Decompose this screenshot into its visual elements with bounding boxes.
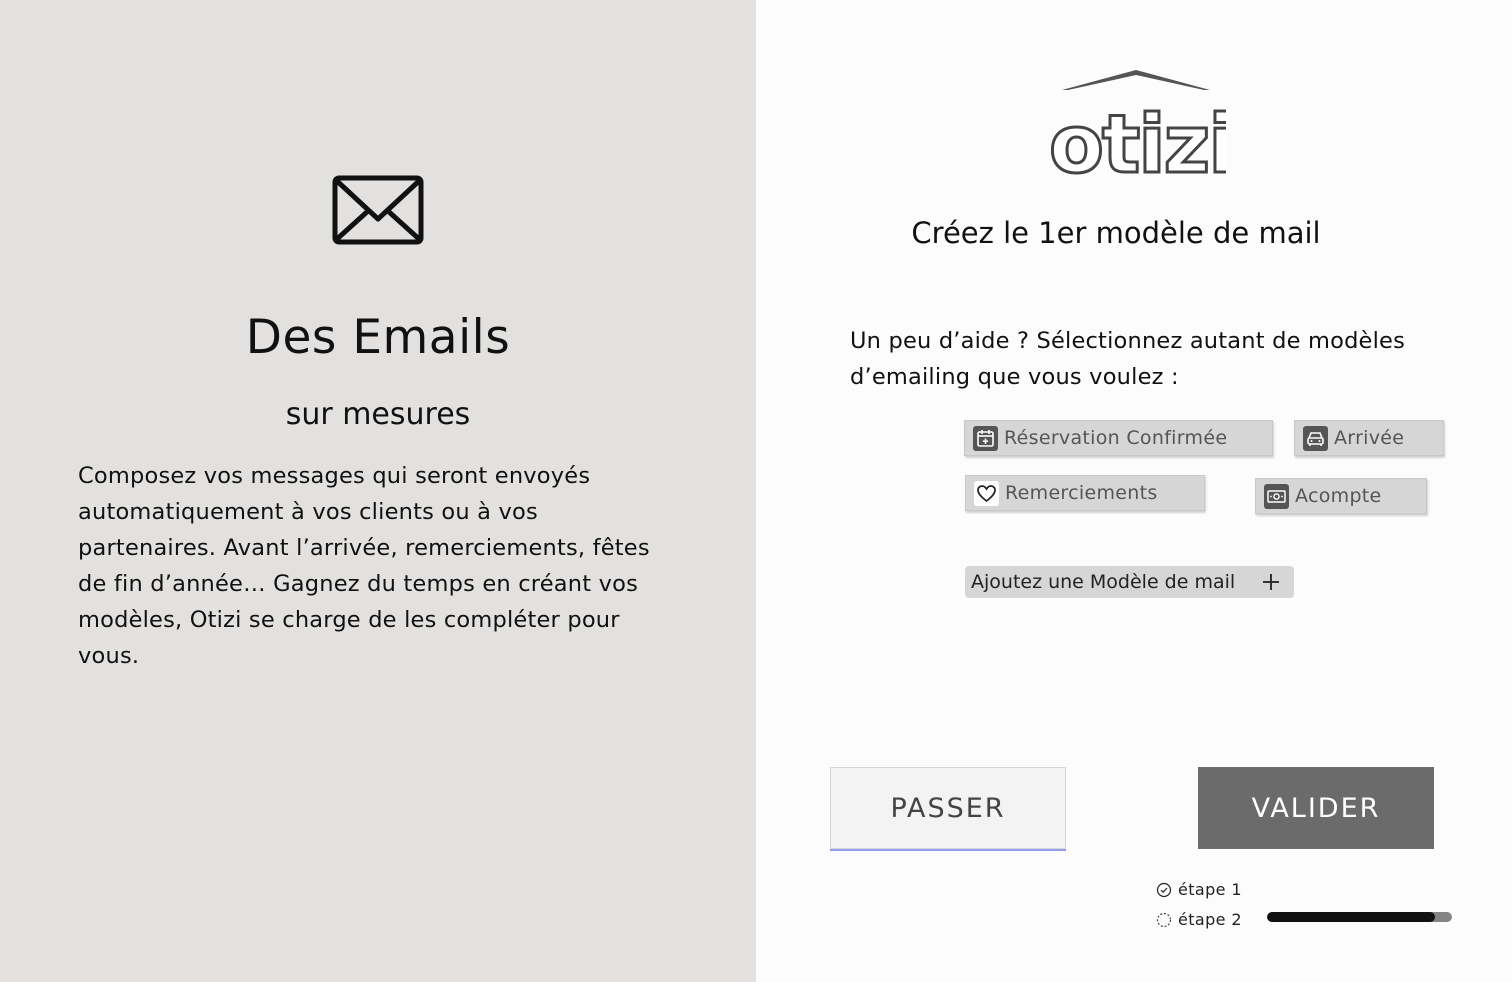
template-chip-arrivee[interactable]: Arrivée xyxy=(1294,420,1444,456)
otizi-logo: otizi xyxy=(1048,70,1226,180)
plus-icon xyxy=(1263,574,1279,590)
banknote-icon xyxy=(1264,483,1289,509)
check-circle-icon xyxy=(1156,882,1172,897)
template-chip-reservation[interactable]: Réservation Confirmée xyxy=(964,420,1273,456)
loading-circle-icon xyxy=(1156,912,1172,927)
progress-fill xyxy=(1267,912,1436,922)
step-indicator-1: étape 1 xyxy=(1156,880,1242,899)
calendar-icon xyxy=(973,425,998,451)
add-template-button[interactable]: Ajoutez une Modèle de mail xyxy=(965,566,1294,598)
template-chip-remerciements[interactable]: Remerciements xyxy=(965,475,1205,511)
hero-subtitle: sur mesures xyxy=(285,397,471,432)
template-chip-label: Acompte xyxy=(1295,485,1382,507)
skip-button[interactable]: PASSER xyxy=(830,767,1066,849)
add-template-label: Ajoutez une Modèle de mail xyxy=(971,571,1236,593)
progress-bar xyxy=(1267,912,1452,922)
left-panel: Des Emails sur mesures Composez vos mess… xyxy=(0,0,756,982)
step-label: étape 2 xyxy=(1178,910,1242,929)
template-chip-label: Remerciements xyxy=(1005,482,1158,504)
template-chip-label: Arrivée xyxy=(1334,427,1405,449)
hero-description: Composez vos messages qui seront envoyés… xyxy=(78,463,650,669)
car-icon xyxy=(1303,425,1328,451)
step-label: étape 1 xyxy=(1178,880,1242,899)
envelope-icon xyxy=(332,175,424,245)
help-text: Un peu d’aide ? Sélectionnez autant de m… xyxy=(850,328,1406,390)
step-title: Créez le 1er modèle de mail xyxy=(911,216,1321,250)
step-indicator-2: étape 2 xyxy=(1156,910,1242,929)
heart-icon xyxy=(974,480,999,506)
logo-wordmark: otizi xyxy=(1049,98,1226,180)
submit-button[interactable]: VALIDER xyxy=(1198,767,1434,849)
template-chip-acompte[interactable]: Acompte xyxy=(1255,478,1427,514)
template-chip-label: Réservation Confirmée xyxy=(1004,427,1228,449)
hero-title: Des Emails xyxy=(245,310,511,365)
